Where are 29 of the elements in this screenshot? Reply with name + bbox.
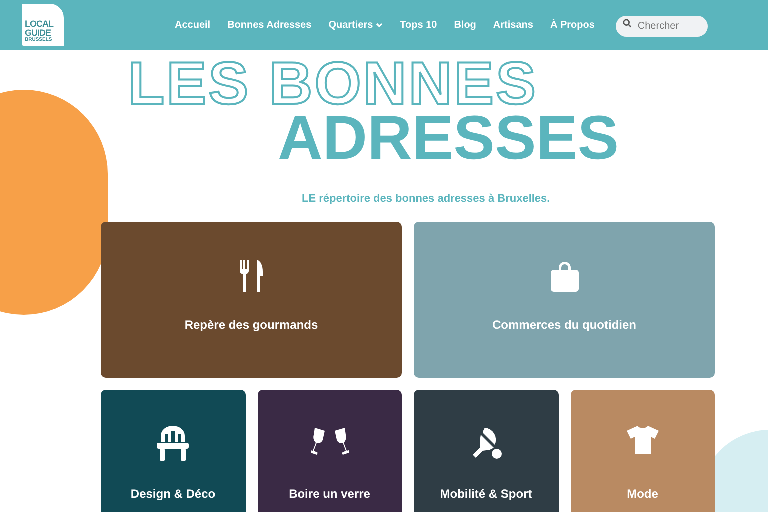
nav-link[interactable]: Artisans: [493, 18, 534, 32]
category-card[interactable]: Repère des gourmands: [101, 222, 402, 378]
card-title: Mode: [626, 486, 660, 503]
nav-link[interactable]: Blog: [454, 18, 476, 32]
nav-link[interactable]: À Propos: [550, 18, 595, 32]
card-title: Repère des gourmands: [184, 317, 320, 334]
search-icon: [622, 19, 632, 28]
champagne-glasses-icon: [310, 426, 349, 458]
card-title: Design & Déco: [130, 486, 217, 503]
category-card[interactable]: Design & Déco: [101, 390, 246, 512]
category-card[interactable]: Mode: [570, 390, 715, 512]
logo-text: LOCAL: [25, 20, 54, 29]
logo-text: GUIDE: [25, 29, 52, 38]
nav-link[interactable]: Quartiers: [328, 18, 384, 32]
category-card[interactable]: Commerces du quotidien: [414, 222, 715, 378]
shopping-bag-icon: [550, 260, 580, 292]
nav-link[interactable]: Accueil: [175, 18, 211, 32]
card-title: Mobilité & Sport: [439, 486, 534, 503]
nav-link[interactable]: Bonnes Adresses: [228, 18, 312, 32]
card-title: Commerces du quotidien: [491, 317, 638, 334]
hero-subtitle: LE répertoire des bonnes adresses à Bruxelles.: [302, 192, 550, 207]
fork-knife-icon: [238, 260, 264, 292]
nav-link[interactable]: Tops 10: [400, 18, 438, 32]
t-shirt-icon: [626, 426, 659, 454]
chair-icon: [157, 426, 190, 462]
search-field[interactable]: Chercher: [616, 16, 708, 37]
category-card[interactable]: Boire un verre: [258, 390, 402, 512]
card-title: Boire un verre: [288, 486, 372, 503]
category-card[interactable]: Mobilité & Sport: [414, 390, 558, 512]
